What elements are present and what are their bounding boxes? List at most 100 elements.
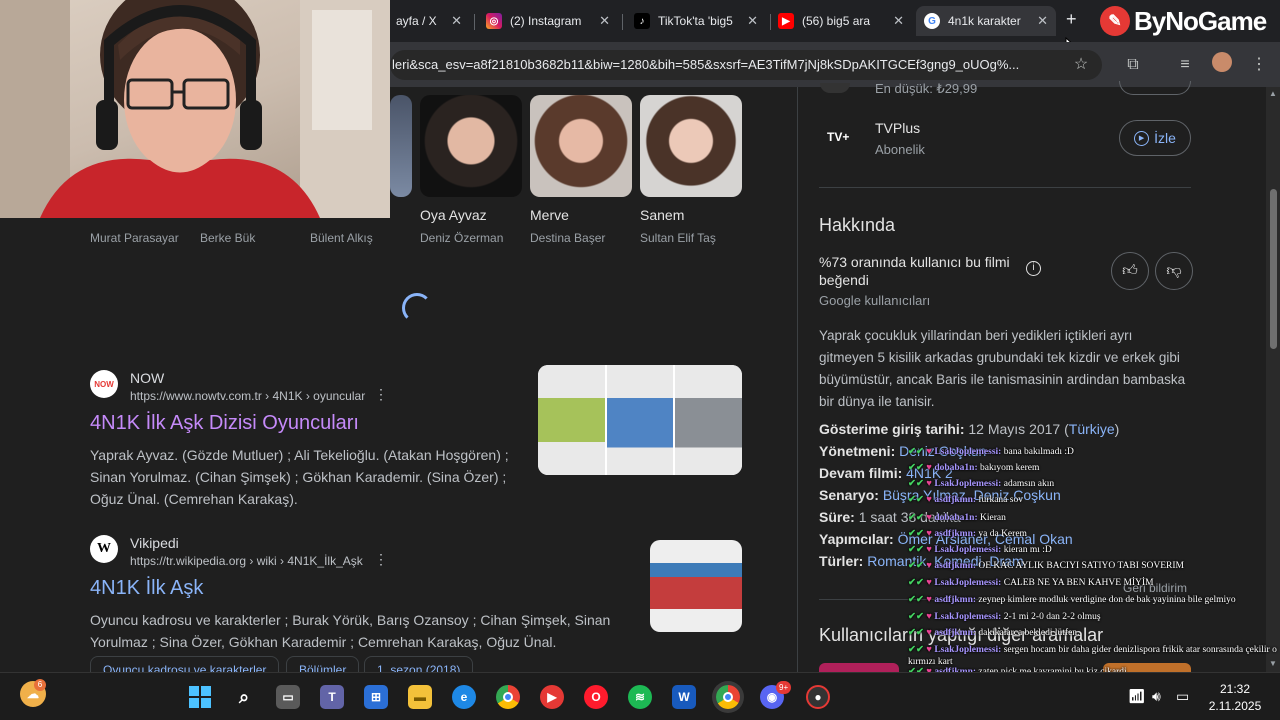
chat-message: ✔✔ ♥ asdfjkmn: zeynep kimlere modluk ver…: [908, 594, 1236, 605]
cast-photo[interactable]: [390, 95, 412, 197]
streamer-video: [0, 0, 390, 218]
chat-username[interactable]: asdfjkmn:: [934, 529, 976, 539]
more-options-icon[interactable]: ⋮: [374, 386, 388, 403]
file-explorer-icon[interactable]: ▬: [408, 685, 432, 709]
result-thumbnail[interactable]: [650, 540, 742, 632]
start-windows-icon[interactable]: [188, 685, 212, 709]
recording-app-icon[interactable]: ●: [806, 685, 830, 709]
watch-button[interactable]: [1119, 81, 1191, 95]
word-icon[interactable]: W: [672, 685, 696, 709]
result-url[interactable]: https://www.nowtv.com.tr › 4N1K › oyuncu…: [130, 389, 365, 403]
close-icon[interactable]: ✕: [747, 13, 758, 29]
result-site[interactable]: Vikipedi: [130, 535, 179, 551]
menu-dots-icon[interactable]: ⋮: [1248, 54, 1270, 76]
chat-username[interactable]: LsakJoplemessi:: [934, 545, 1001, 555]
now-favicon-icon: NOW: [90, 370, 118, 398]
chat-username[interactable]: asdfjkmn:: [934, 561, 976, 571]
info-icon[interactable]: i: [1026, 261, 1041, 276]
chat-username[interactable]: asdfjkmn:: [934, 628, 976, 638]
price-text: En düşük: ₺29,99: [875, 81, 978, 96]
tab-tiktok[interactable]: ♪ TikTok'ta 'big5 ✕: [626, 6, 766, 36]
tab-youtube[interactable]: ▶ (56) big5 ara ✕: [770, 6, 912, 36]
volume-icon[interactable]: 🔊︎: [1152, 688, 1161, 705]
more-options-icon[interactable]: ⋮: [374, 551, 388, 568]
teams-icon[interactable]: T: [320, 685, 344, 709]
chat-username[interactable]: LsakJoplemessi:: [934, 645, 1001, 655]
profile-avatar[interactable]: [1212, 52, 1232, 72]
close-icon[interactable]: ✕: [599, 13, 610, 29]
chrome-icon[interactable]: [496, 685, 520, 709]
close-icon[interactable]: ✕: [893, 13, 904, 29]
scroll-up-icon[interactable]: ▲: [1269, 89, 1277, 98]
store-icon[interactable]: ⊞: [364, 685, 388, 709]
chat-username[interactable]: LsakJoplemessi:: [934, 447, 1001, 457]
google-icon: G: [924, 13, 940, 29]
cast-name[interactable]: Sanem: [640, 207, 684, 223]
opera-icon[interactable]: O: [584, 685, 608, 709]
tab-title: 4n1k karakter: [948, 14, 1021, 28]
cast-photo[interactable]: [420, 95, 522, 197]
system-clock[interactable]: 21:32 2.11.2025: [1200, 681, 1270, 715]
chrome-active-icon[interactable]: [716, 685, 740, 709]
scrollbar-thumb[interactable]: [1270, 189, 1277, 349]
cast-actor: Bülent Alkış: [310, 231, 373, 245]
cast-name[interactable]: Oya Ayvaz: [420, 207, 487, 223]
chat-username[interactable]: LsakJoplemessi:: [934, 578, 1001, 588]
result-title-link[interactable]: 4N1K İlk Aşk Dizisi Oyuncuları: [90, 412, 359, 435]
chat-text: Kieran: [980, 513, 1006, 523]
chat-username[interactable]: dobaba1n:: [934, 513, 977, 523]
tab-instagram[interactable]: ◎ (2) Instagram ✕: [478, 6, 618, 36]
tab-x[interactable]: ayfa / X ✕: [378, 6, 470, 36]
loading-spinner-icon: [402, 293, 432, 323]
search-result: NOW NOW https://www.nowtv.com.tr › 4N1K …: [90, 370, 530, 510]
chat-username[interactable]: LsakJoplemessi:: [934, 612, 1001, 622]
chat-username[interactable]: asdfjkmn:: [934, 495, 976, 505]
address-bar[interactable]: leri&sca_esv=a8f21810b3682b11&biw=1280&b…: [390, 50, 1102, 80]
result-thumbnail[interactable]: [538, 365, 742, 475]
chat-message: ✔✔ ♥ dobaba1n: Kieran: [908, 512, 1006, 523]
result-title-link[interactable]: 4N1K İlk Aşk: [90, 577, 203, 600]
description: Yaprak çocukluk yillarindan beri yedikle…: [819, 328, 1186, 409]
thumbs-up-button[interactable]: 👍︎: [1111, 252, 1149, 290]
bynogame-watermark: ✎ ByNoGame: [1100, 2, 1267, 40]
checkmark-badge-icon: ✔✔: [908, 463, 927, 473]
chat-username[interactable]: asdfjkmn:: [934, 595, 976, 605]
weather-badge: 6: [34, 679, 46, 691]
chat-text: zeynep kimlere modluk verdigine don de b…: [978, 595, 1236, 605]
chat-text: ya da Kerem: [978, 529, 1027, 539]
extensions-icon[interactable]: ⧉: [1122, 54, 1144, 76]
izle-button[interactable]: ▶ İzle: [1119, 120, 1191, 156]
thumbs-down-icon: 👎︎: [1166, 262, 1182, 279]
wifi-icon[interactable]: 📶︎: [1128, 688, 1146, 705]
search-icon[interactable]: ⌕: [232, 685, 256, 709]
cast-photo[interactable]: [640, 95, 742, 197]
cast-photo[interactable]: [530, 95, 632, 197]
thumbs-down-button[interactable]: 👎︎: [1155, 252, 1193, 290]
youtube-icon: ▶: [778, 13, 794, 29]
chat-message: ✔✔ ♥ LsakJoplemessi: bana bakılmadı :D: [908, 446, 1074, 457]
chat-username[interactable]: dobaba1n:: [934, 463, 977, 473]
media-player-icon[interactable]: ▶: [540, 685, 564, 709]
result-snippet: Oyuncu kadrosu ve karakterler ; Burak Yö…: [90, 612, 611, 650]
cast-name[interactable]: Merve: [530, 207, 569, 223]
result-snippet: Yaprak Ayvaz. (Gözde Mutluer) ; Ali Teke…: [90, 447, 509, 507]
result-url[interactable]: https://tr.wikipedia.org › wiki › 4N1K_İ…: [130, 554, 363, 568]
provider-name[interactable]: TVPlus: [875, 120, 920, 136]
edge-icon[interactable]: e: [452, 685, 476, 709]
close-icon[interactable]: ✕: [451, 13, 462, 29]
tab-google-active[interactable]: G 4n1k karakter ✕: [916, 6, 1056, 36]
fact-release: Gösterime giriş tarihi: 12 Mayıs 2017 (T…: [819, 421, 1120, 437]
chat-message: ✔✔ ♥ dobaba1n: bakıyom kerem: [908, 462, 1039, 473]
chat-username[interactable]: LsakJoplemessi:: [934, 479, 1001, 489]
chat-text: CALEB NE YA BEN KAHVE MİYİM: [1003, 578, 1154, 588]
checkmark-badge-icon: ✔✔: [908, 495, 927, 505]
media-control-icon[interactable]: ≡: [1174, 54, 1196, 76]
bookmark-star-icon[interactable]: ☆: [1070, 54, 1092, 76]
task-view-icon[interactable]: ▭: [276, 685, 300, 709]
checkmark-badge-icon: ✔✔: [908, 612, 927, 622]
result-site[interactable]: NOW: [130, 370, 164, 386]
new-tab-button[interactable]: +: [1066, 9, 1077, 30]
close-icon[interactable]: ✕: [1037, 13, 1048, 29]
battery-icon[interactable]: ▭: [1176, 688, 1189, 705]
spotify-icon[interactable]: ≋: [628, 685, 652, 709]
